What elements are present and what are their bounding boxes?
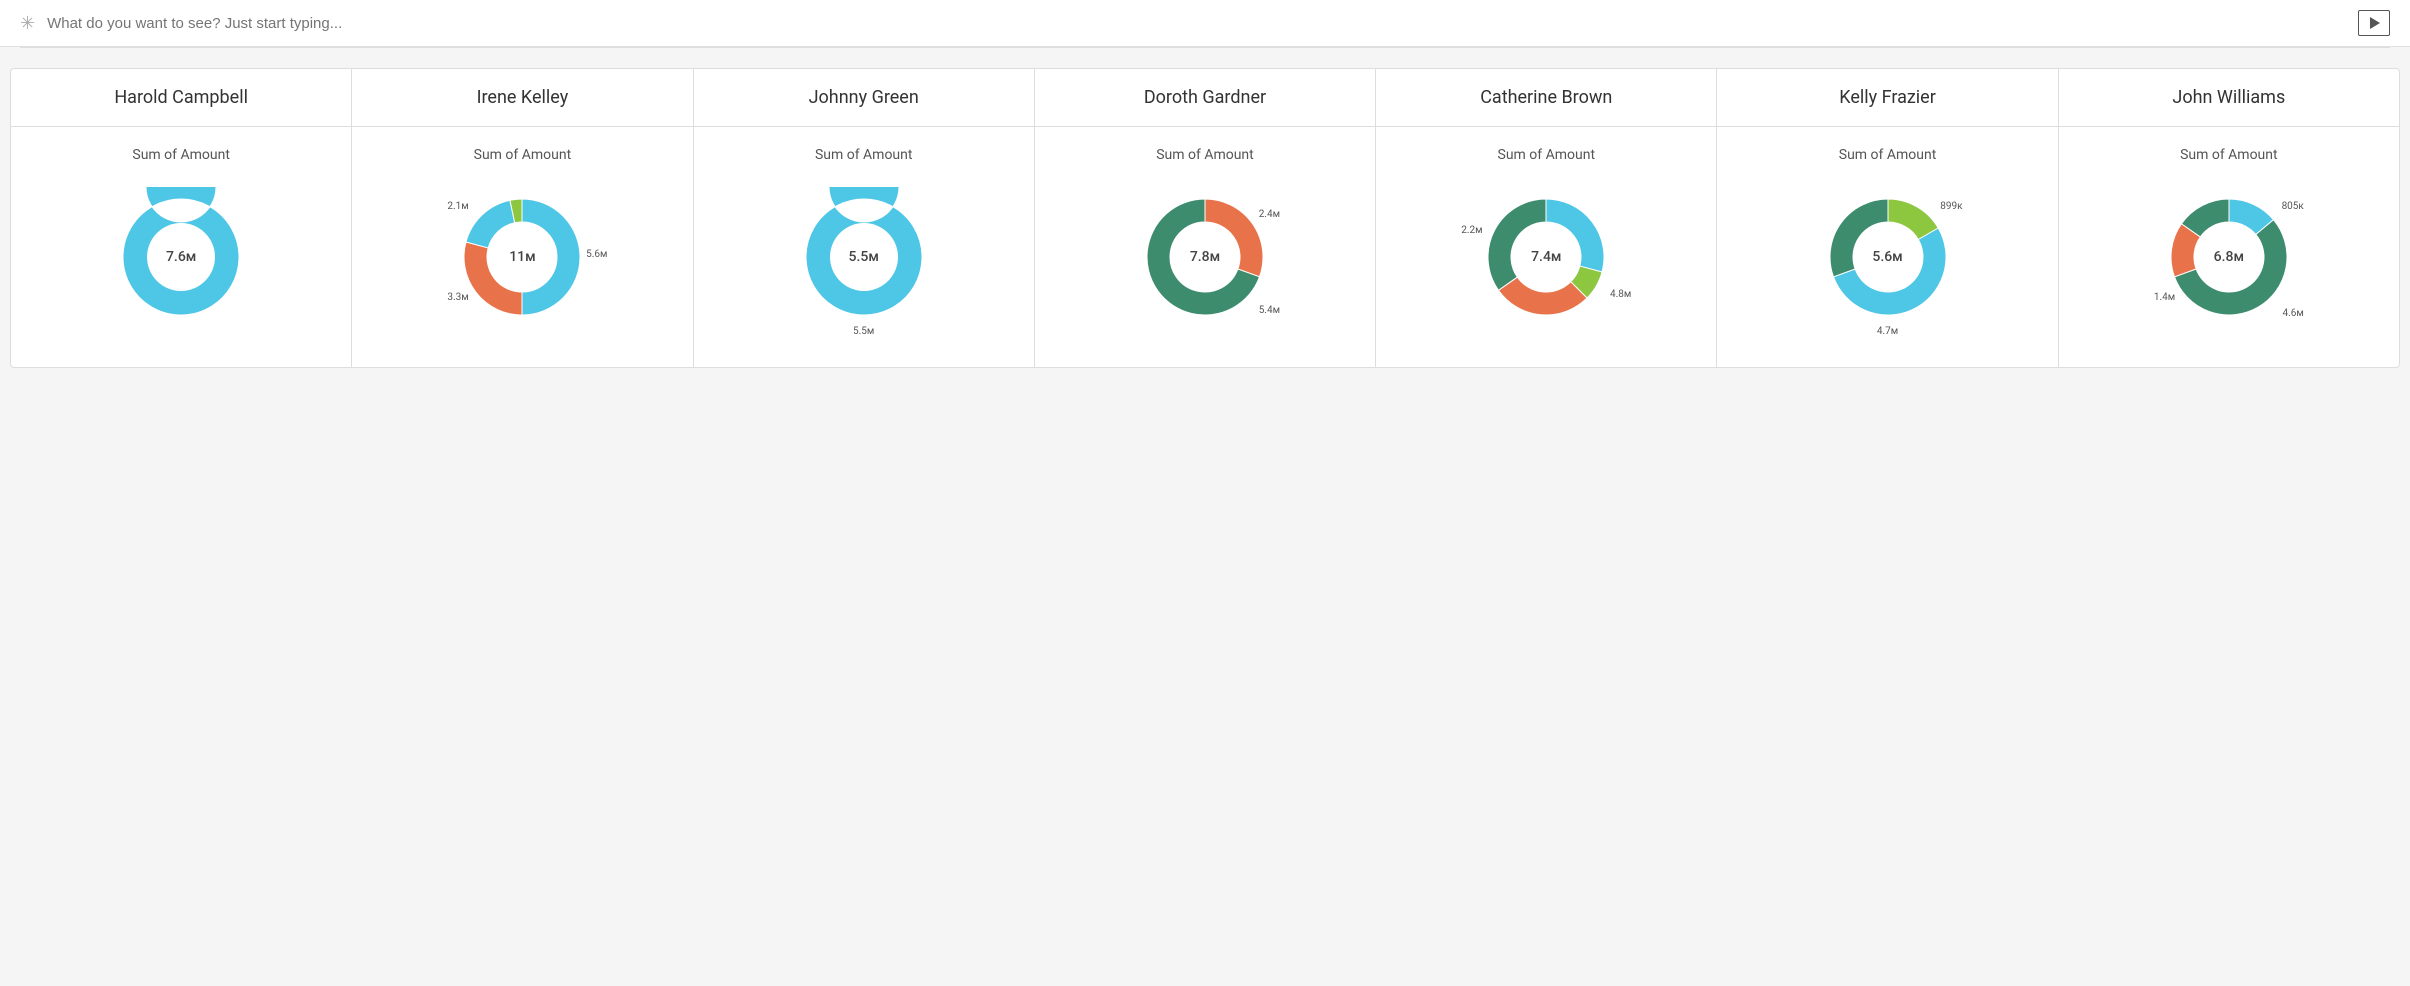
run-icon bbox=[2370, 17, 2380, 29]
run-button[interactable] bbox=[2358, 10, 2390, 36]
col-header-johnny: Johnny Green bbox=[694, 69, 1034, 127]
chart-label-johnny: Sum of Amount bbox=[815, 147, 913, 163]
chart-label-john: Sum of Amount bbox=[2180, 147, 2278, 163]
col-body-irene: Sum of Amount 11м 5.6м 2.1м 3.3м bbox=[352, 127, 692, 367]
donut-wrap-irene: 11м5.6м2.1м3.3м bbox=[442, 177, 602, 337]
donut-wrap-kelly: 5.6м 899к 4.7м bbox=[1808, 177, 1968, 337]
col-kelly: Kelly Frazier Sum of Amount 5.6м 899к 4.7м bbox=[1717, 69, 2058, 367]
donut-center-irene: 11м bbox=[509, 249, 535, 265]
col-header-kelly: Kelly Frazier bbox=[1717, 69, 2057, 127]
chart-label-harold: Sum of Amount bbox=[132, 147, 230, 163]
main-content: Harold Campbell Sum of Amount 7.6м Irene Ke… bbox=[0, 48, 2410, 388]
donut-center-harold: 7.6м bbox=[166, 249, 196, 265]
col-body-johnny: Sum of Amount 5.5м 5.5м bbox=[694, 127, 1034, 367]
chart-label-catherine: Sum of Amount bbox=[1498, 147, 1596, 163]
donut-center-doroth: 7.8м bbox=[1190, 249, 1220, 265]
col-harold: Harold Campbell Sum of Amount 7.6м bbox=[11, 69, 352, 367]
grid-table: Harold Campbell Sum of Amount 7.6м Irene Ke… bbox=[10, 68, 2400, 368]
donut-wrap-harold: 7.6м bbox=[101, 177, 261, 337]
donut-center-kelly: 5.6м bbox=[1872, 249, 1902, 265]
donut-wrap-johnny: 5.5м 5.5м bbox=[784, 177, 944, 337]
ai-icon: ✳ bbox=[20, 13, 35, 34]
donut-outer-label-johnny-0: 5.5м bbox=[853, 326, 874, 337]
donut-outer-label-catherine-0: 2.2м bbox=[1461, 225, 1482, 236]
chart-label-kelly: Sum of Amount bbox=[1839, 147, 1937, 163]
donut-center-john: 6.8м bbox=[2214, 249, 2244, 265]
col-body-doroth: Sum of Amount 7.8м 2.4м 5.4м bbox=[1035, 127, 1375, 367]
col-header-harold: Harold Campbell bbox=[11, 69, 351, 127]
donut-outer-label-catherine-1: 4.8м bbox=[1610, 289, 1631, 300]
col-header-irene: Irene Kelley bbox=[352, 69, 692, 127]
donut-outer-label-irene-0: 5.6м bbox=[586, 249, 607, 260]
col-body-harold: Sum of Amount 7.6м bbox=[11, 127, 351, 367]
col-body-kelly: Sum of Amount 5.6м 899к 4.7м bbox=[1717, 127, 2057, 367]
col-body-catherine: Sum of Amount7.4м2.2м4.8м bbox=[1376, 127, 1716, 367]
donut-outer-label-john-0: 805к bbox=[2282, 201, 2304, 212]
col-catherine: Catherine BrownSum of Amount7.4м2.2м4.8м bbox=[1376, 69, 1717, 367]
col-john: John Williams Sum of Amount 6.8м 805к 4.6м 1.… bbox=[2059, 69, 2399, 367]
chart-label-irene: Sum of Amount bbox=[474, 147, 572, 163]
col-header-doroth: Doroth Gardner bbox=[1035, 69, 1375, 127]
donut-outer-label-john-2: 1.4м bbox=[2154, 292, 2175, 303]
chart-label-doroth: Sum of Amount bbox=[1156, 147, 1254, 163]
donut-outer-label-irene-2: 3.3м bbox=[447, 292, 468, 303]
col-body-john: Sum of Amount 6.8м 805к 4.6м 1.4м bbox=[2059, 127, 2399, 367]
col-header-catherine: Catherine Brown bbox=[1376, 69, 1716, 127]
donut-outer-label-doroth-0: 2.4м bbox=[1259, 209, 1280, 220]
donut-wrap-john: 6.8м 805к 4.6м 1.4м bbox=[2149, 177, 2309, 337]
donut-wrap-catherine: 7.4м2.2м4.8м bbox=[1466, 177, 1626, 337]
col-header-john: John Williams bbox=[2059, 69, 2399, 127]
donut-outer-label-kelly-1: 4.7м bbox=[1877, 326, 1898, 337]
donut-center-catherine: 7.4м bbox=[1531, 249, 1561, 265]
donut-outer-label-kelly-0: 899к bbox=[1940, 201, 1962, 212]
top-bar: ✳ bbox=[0, 0, 2410, 47]
col-johnny: Johnny Green Sum of Amount 5.5м 5.5м bbox=[694, 69, 1035, 367]
donut-outer-label-irene-1: 2.1м bbox=[447, 201, 468, 212]
donut-wrap-doroth: 7.8м 2.4м 5.4м bbox=[1125, 177, 1285, 337]
donut-outer-label-john-1: 4.6м bbox=[2283, 308, 2304, 319]
col-irene: Irene Kelley Sum of Amount 11м 5.6м 2.1м 3.3м bbox=[352, 69, 693, 367]
search-input[interactable] bbox=[47, 15, 2346, 32]
col-doroth: Doroth Gardner Sum of Amount 7.8м 2.4м 5.4м bbox=[1035, 69, 1376, 367]
donut-outer-label-doroth-1: 5.4м bbox=[1259, 305, 1280, 316]
donut-center-johnny: 5.5м bbox=[849, 249, 879, 265]
